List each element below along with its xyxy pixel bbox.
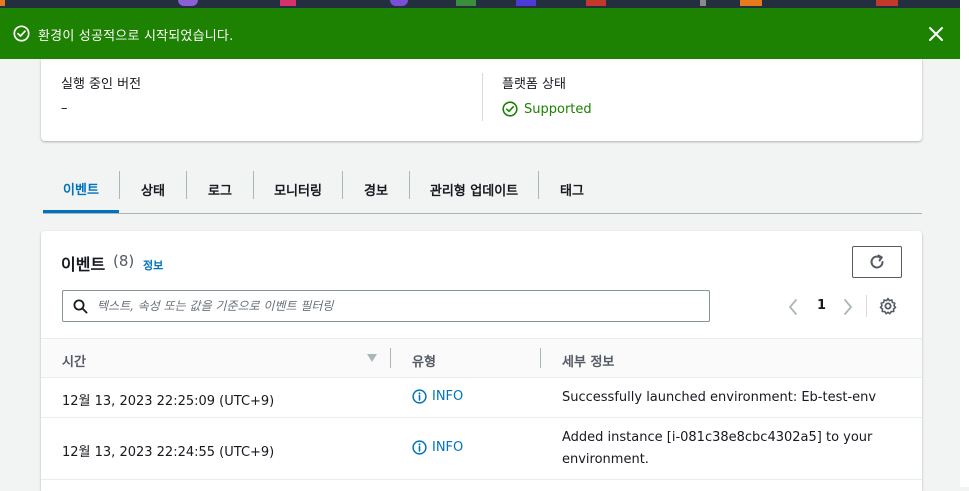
running-version-label: 실행 중인 버전 [61, 77, 142, 92]
column-header-time[interactable]: 시간 [62, 351, 86, 370]
table-row: 12월 13, 2023 22:24:55 (UTC+9) INFO Added… [41, 418, 922, 480]
environment-summary-card: 실행 중인 버전 – 플랫폼 상태 Supported [41, 59, 922, 141]
chevron-right-icon[interactable] [842, 298, 854, 316]
events-title: 이벤트 [61, 255, 106, 274]
info-icon [412, 440, 427, 455]
info-icon [412, 389, 427, 404]
refresh-button[interactable] [852, 246, 902, 278]
column-header-details[interactable]: 세부 정보 [562, 351, 614, 370]
pager-divider [866, 295, 867, 317]
table-row: 12월 13, 2023 22:25:09 (UTC+9) INFO Succe… [41, 378, 922, 418]
flash-message: 환경이 성공적으로 시작되었습니다. [38, 29, 234, 44]
event-time: 12월 13, 2023 22:24:55 (UTC+9) [62, 445, 275, 460]
chevron-left-icon[interactable] [787, 298, 799, 316]
browser-tab-strip [0, 0, 969, 8]
tab-managed-updates[interactable]: 관리형 업데이트 [410, 166, 538, 212]
events-card: 이벤트 (8) 정보 1 시간 유형 세부 정보 12월 13 [41, 231, 922, 491]
search-icon [73, 299, 88, 314]
column-divider [482, 73, 483, 121]
tab-favicon[interactable] [700, 0, 706, 6]
tab-favicon[interactable] [178, 0, 198, 6]
event-filter-search[interactable] [62, 290, 710, 322]
platform-state-label: 플랫폼 상태 [502, 77, 566, 92]
running-version-value: – [61, 101, 68, 116]
tab-events[interactable]: 이벤트 [43, 166, 119, 213]
column-resizer[interactable] [540, 348, 541, 368]
event-type: INFO [412, 389, 463, 404]
event-time: 12월 13, 2023 22:25:09 (UTC+9) [62, 394, 275, 409]
tab-favicon[interactable] [390, 0, 408, 6]
tab-alarms[interactable]: 경보 [343, 166, 409, 212]
sort-descending-icon[interactable] [366, 353, 378, 363]
environment-tabs: 이벤트 상태 로그 모니터링 경보 관리형 업데이트 태그 [43, 166, 922, 214]
events-count: (8) [113, 252, 135, 270]
check-circle-icon [13, 25, 30, 42]
tab-favicon[interactable] [740, 0, 762, 6]
events-table-header: 시간 유형 세부 정보 [41, 338, 922, 378]
event-type-label: INFO [432, 389, 464, 404]
tab-monitoring[interactable]: 모니터링 [254, 166, 342, 212]
tab-health[interactable]: 상태 [120, 166, 186, 212]
tab-favicon[interactable] [0, 0, 5, 6]
close-icon[interactable] [928, 26, 944, 42]
tab-favicon[interactable] [876, 0, 898, 6]
event-type-label: INFO [432, 440, 464, 455]
gear-icon[interactable] [879, 297, 897, 315]
event-details-line-1: Added instance [i-081c38e8cbc4302a5] to … [562, 430, 873, 445]
column-header-type[interactable]: 유형 [412, 351, 436, 370]
scrollbar-track[interactable] [960, 0, 969, 487]
refresh-icon [870, 254, 884, 269]
tab-favicon[interactable] [516, 0, 536, 6]
search-input[interactable] [97, 296, 697, 316]
page-number[interactable]: 1 [817, 298, 826, 313]
event-type: INFO [412, 440, 463, 455]
tab-tags[interactable]: 태그 [539, 166, 605, 212]
tab-logs[interactable]: 로그 [187, 166, 253, 212]
tab-favicon[interactable] [586, 0, 606, 6]
check-circle-icon [502, 101, 518, 117]
event-details-line-2: environment. [562, 452, 649, 467]
tab-favicon[interactable] [456, 0, 476, 6]
platform-state-value: Supported [524, 101, 592, 117]
tab-favicon[interactable] [280, 0, 296, 6]
platform-state-status: Supported [502, 101, 592, 117]
events-info-link[interactable]: 정보 [143, 257, 163, 273]
event-details: Successfully launched environment: Eb-te… [562, 390, 877, 405]
column-resizer[interactable] [390, 348, 391, 368]
success-flash-banner: 환경이 성공적으로 시작되었습니다. [0, 8, 960, 59]
